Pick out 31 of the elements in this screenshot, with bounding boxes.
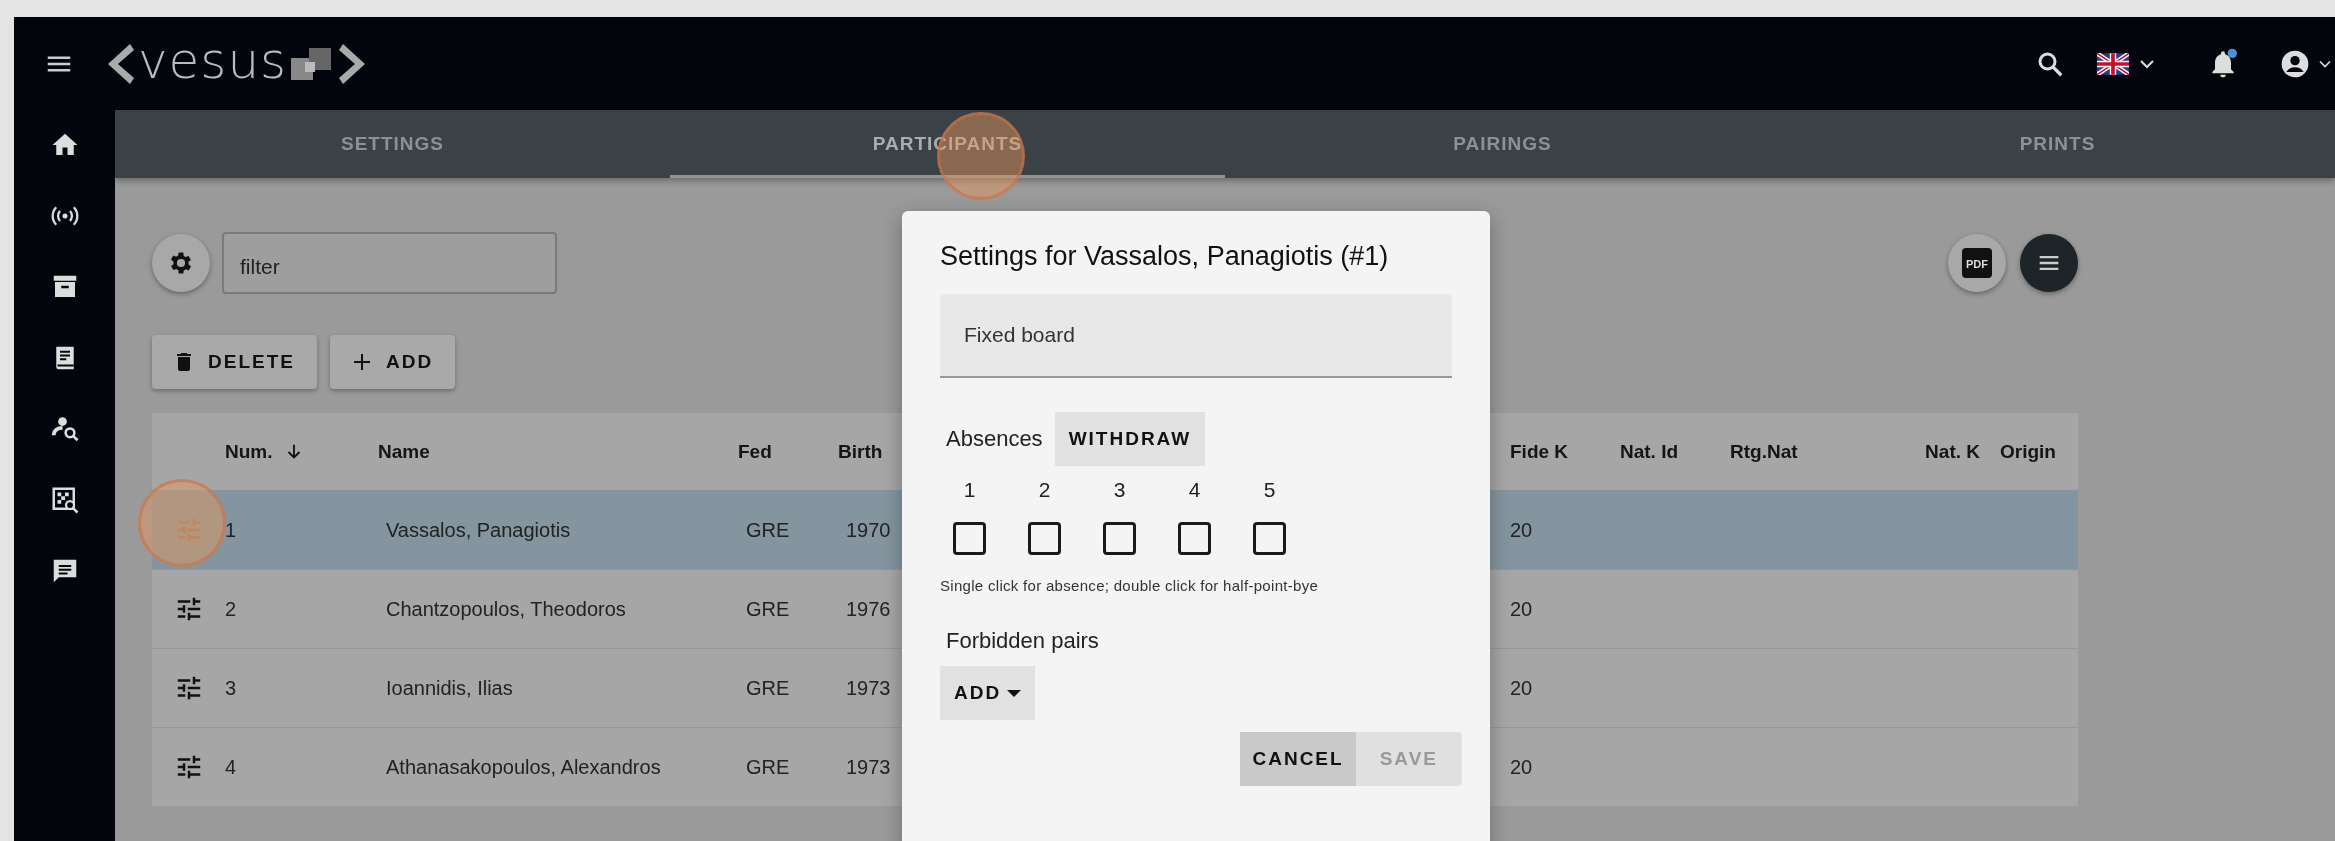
table-cell-text: 4 [225, 755, 238, 779]
round-number: 2 [1038, 478, 1051, 502]
table-cell-text: Athanasakopoulos, Alexandros [385, 755, 662, 779]
hint-text: Single click for absence; double click for half-point-bye [940, 577, 1319, 594]
table-cell-text: 1 [225, 518, 238, 542]
forbidden-pairs-label: Forbidden pairs [945, 628, 1099, 654]
table-cell-text: GRE [745, 597, 791, 621]
dialog-title: Settings for Vassalos, Panagiotis (#1) [940, 241, 1389, 272]
table-cell-text: 20 [1510, 518, 1534, 542]
table-cell-text: 20 [1510, 755, 1534, 779]
round-number: 3 [1113, 478, 1126, 502]
table-cell-text: 20 [1510, 597, 1534, 621]
table-cell-text: 1973 [845, 755, 892, 779]
app-logo: vesus [138, 35, 288, 92]
table-cell-text: GRE [745, 676, 791, 700]
round-number: 1 [963, 478, 976, 502]
round-number: 4 [1188, 478, 1201, 502]
absences-label: Absences [946, 426, 1043, 452]
table-cell-text: 1976 [845, 597, 892, 621]
table-cell-text: 2 [225, 597, 238, 621]
table-cell-text: 3 [225, 676, 238, 700]
table-cell-text: GRE [745, 755, 791, 779]
pdf-icon: PDF [1962, 248, 1992, 278]
table-cell-text: 20 [1510, 676, 1534, 700]
table-cell-text: Ioannidis, Ilias [385, 676, 514, 700]
table-cell-text: GRE [745, 518, 791, 542]
round-number: 5 [1263, 478, 1276, 502]
table-cell-text: 1970 [845, 518, 892, 542]
table-cell-text: Chantzopoulos, Theodoros [385, 597, 627, 621]
table-cell-text: 1973 [845, 676, 892, 700]
table-cell-text: Vassalos, Panagiotis [385, 518, 572, 542]
